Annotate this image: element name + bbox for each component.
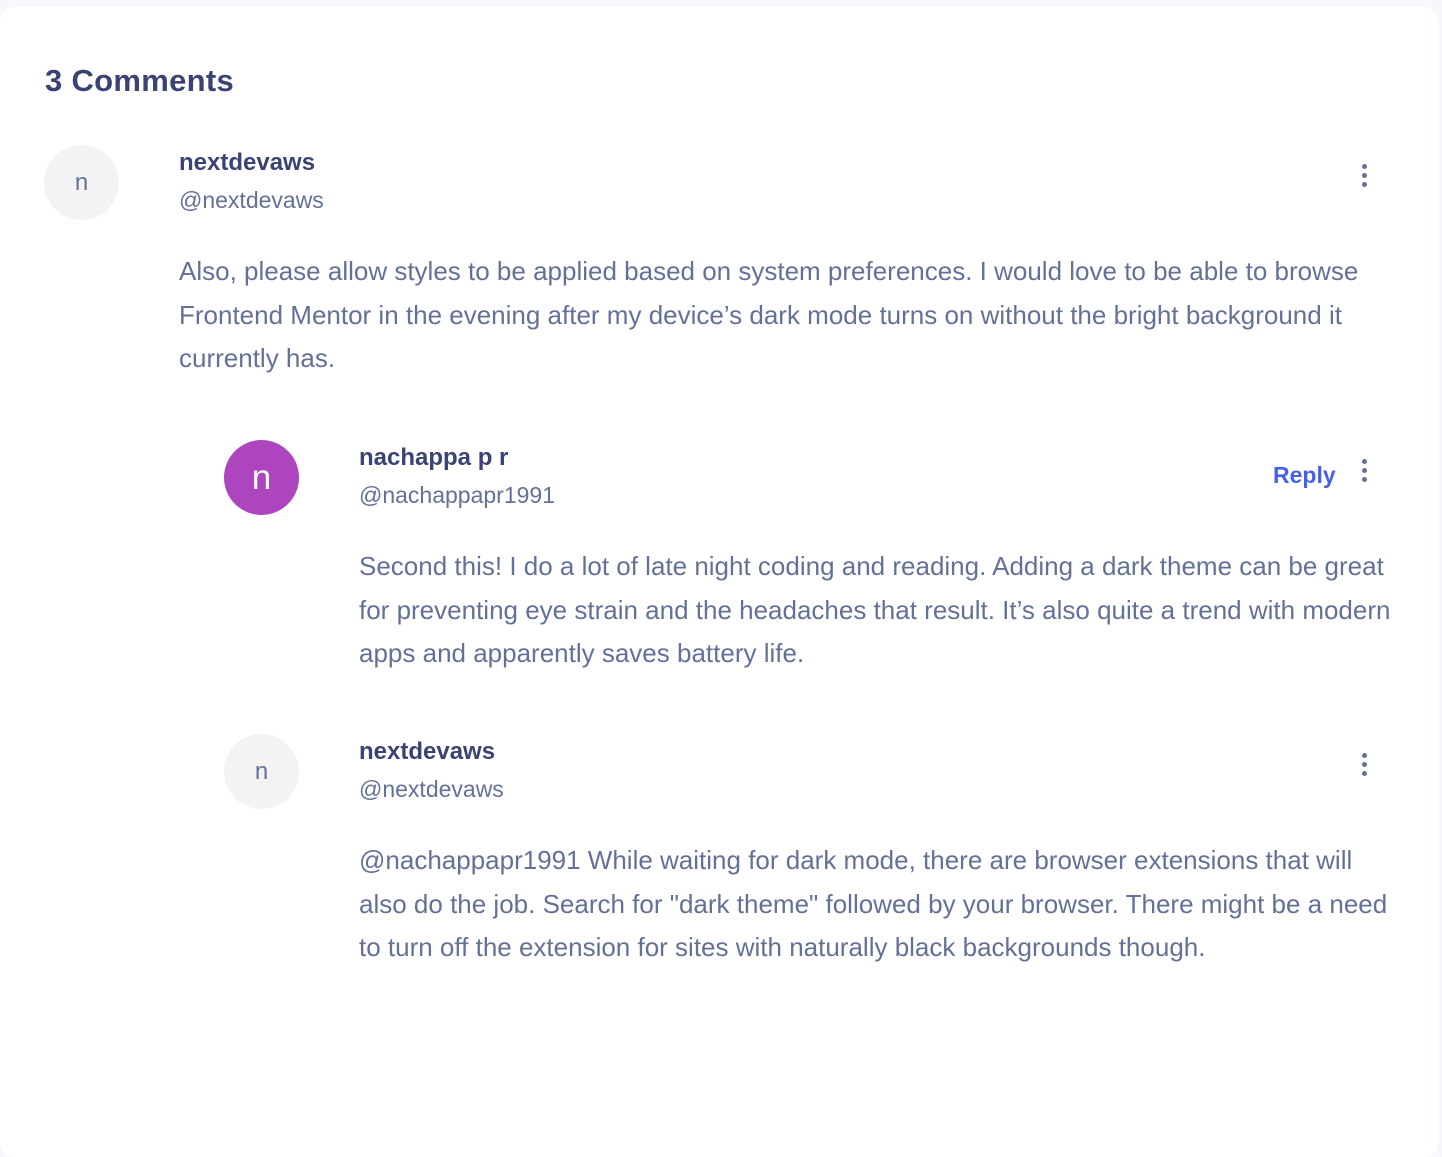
comment-author-name[interactable]: nachappa p r — [359, 444, 508, 472]
avatar-initial: n — [251, 457, 272, 497]
comment-author-handle: @nextdevaws — [179, 187, 324, 213]
comment-author-handle: @nextdevaws — [359, 776, 504, 802]
reply-button[interactable]: Reply — [1273, 462, 1336, 489]
comment-author-name[interactable]: nextdevaws — [359, 738, 495, 766]
comment-body: Also, please allow styles to be applied … — [179, 256, 1359, 373]
comment-author-handle: @nachappapr1991 — [359, 482, 556, 508]
avatar[interactable]: n — [44, 145, 119, 220]
avatar-initial: n — [74, 168, 89, 196]
avatar[interactable]: n — [224, 440, 299, 515]
more-options-icon[interactable] — [1354, 162, 1374, 192]
comment-body: Second this! I do a lot of late night co… — [359, 551, 1391, 668]
more-options-icon[interactable] — [1354, 457, 1374, 487]
comment-body: @nachappapr1991 While waiting for dark m… — [359, 845, 1388, 962]
more-options-icon[interactable] — [1354, 751, 1374, 781]
avatar-initial: n — [254, 757, 269, 785]
comments-card: 3 Comments n nextdevaws @nextdevaws Also… — [0, 7, 1438, 1157]
comment-author-name[interactable]: nextdevaws — [179, 149, 315, 177]
comments-heading: 3 Comments — [45, 63, 235, 98]
avatar[interactable]: n — [224, 734, 299, 809]
